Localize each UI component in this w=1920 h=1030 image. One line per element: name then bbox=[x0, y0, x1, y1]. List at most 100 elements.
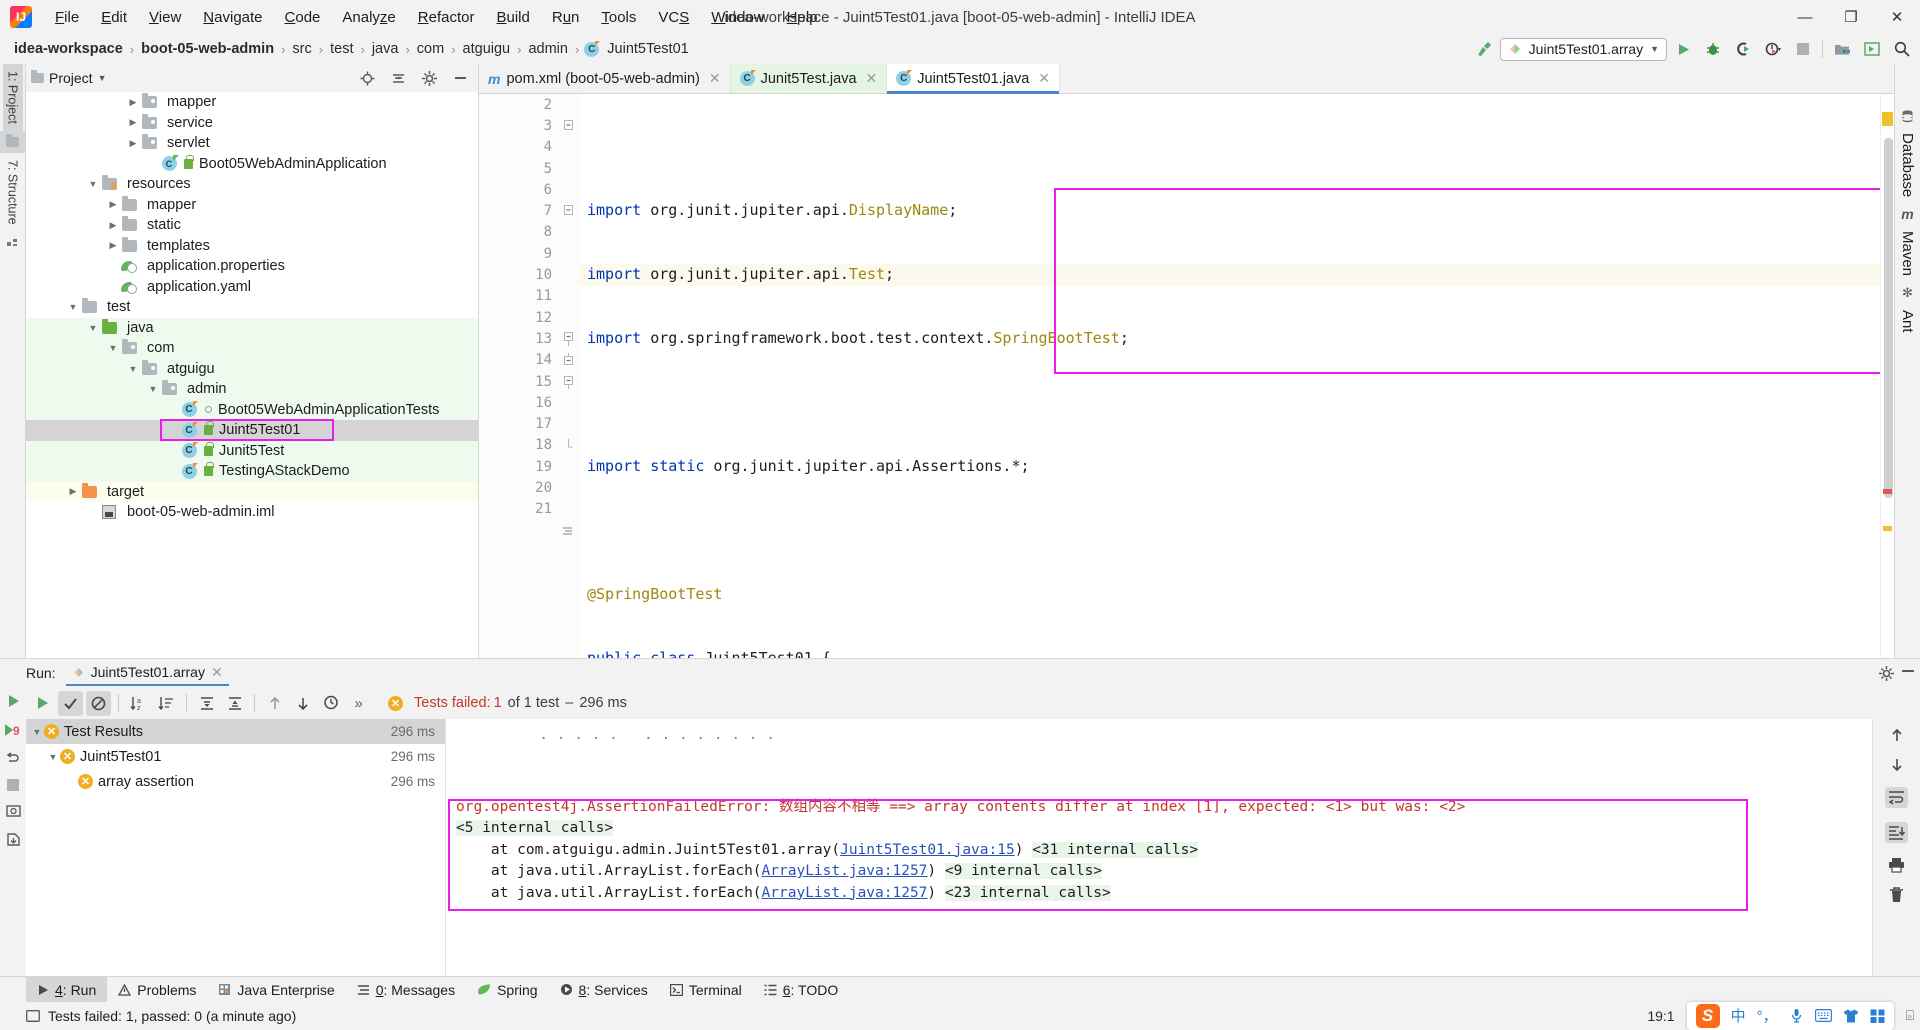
breadcrumb-item-3[interactable]: test bbox=[326, 40, 357, 58]
chevron-right-icon[interactable]: ▶ bbox=[106, 240, 120, 251]
status-message[interactable]: Tests failed: 1, passed: 0 (a minute ago… bbox=[48, 1008, 296, 1024]
menu-refactor[interactable]: Refactor bbox=[407, 6, 486, 29]
tree-item-resources[interactable]: ▼resources bbox=[26, 174, 478, 195]
maximize-button[interactable]: ❐ bbox=[1828, 0, 1874, 34]
breadcrumb-item-5[interactable]: com bbox=[413, 40, 448, 58]
ime-punctuation-toggle[interactable]: °， bbox=[1757, 1005, 1778, 1026]
tree-item-templates[interactable]: ▶templates bbox=[26, 236, 478, 257]
tree-item-servlet[interactable]: ▶servlet bbox=[26, 133, 478, 154]
menu-view[interactable]: View bbox=[138, 6, 192, 29]
internal-calls-text[interactable]: <9 internal calls> bbox=[945, 863, 1102, 879]
chevron-down-icon[interactable]: ▼ bbox=[86, 323, 100, 333]
tree-item-test[interactable]: ▼test bbox=[26, 297, 478, 318]
ime-handle-icon[interactable]: ⌻ bbox=[1906, 1007, 1914, 1024]
tree-item-mapper[interactable]: ▶mapper bbox=[26, 195, 478, 216]
tree-item-juint5test01[interactable]: CJuint5Test01 bbox=[26, 420, 478, 441]
debug-icon[interactable] bbox=[1699, 37, 1727, 61]
chevron-down-icon[interactable]: ▼ bbox=[46, 752, 60, 762]
test-console-output[interactable]: . . . . . . . . . . . . . org.opentest4j… bbox=[446, 719, 1872, 976]
menu-run[interactable]: Run bbox=[541, 6, 591, 29]
fold-marker[interactable] bbox=[557, 371, 579, 392]
close-icon[interactable]: ✕ bbox=[709, 70, 721, 87]
tree-item-junit5test[interactable]: CJunit5Test bbox=[26, 441, 478, 462]
rerun-tests-icon[interactable] bbox=[30, 691, 55, 716]
tree-item-application-yaml[interactable]: application.yaml bbox=[26, 277, 478, 298]
ime-language-toggle[interactable]: 中 bbox=[1731, 1005, 1746, 1026]
menu-file[interactable]: File bbox=[44, 6, 90, 29]
sidebar-item-database[interactable]: Database bbox=[1896, 126, 1919, 204]
sidebar-item-ant[interactable]: Ant bbox=[1896, 303, 1919, 340]
chevron-down-icon[interactable]: ▼ bbox=[126, 364, 140, 374]
tree-item-static[interactable]: ▶static bbox=[26, 215, 478, 236]
gear-icon[interactable] bbox=[415, 66, 443, 90]
print-icon[interactable] bbox=[1888, 857, 1905, 873]
expand-all-icon[interactable] bbox=[194, 691, 219, 716]
chevron-down-icon[interactable]: ▼ bbox=[86, 179, 100, 189]
chevron-right-icon[interactable]: ▶ bbox=[106, 220, 120, 231]
scroll-down-icon[interactable] bbox=[1889, 757, 1905, 773]
tree-item-com[interactable]: ▼com bbox=[26, 338, 478, 359]
menu-build[interactable]: Build bbox=[485, 6, 540, 29]
caret-position[interactable]: 19:1 bbox=[1647, 1008, 1674, 1024]
run-coverage-icon[interactable] bbox=[1729, 37, 1757, 61]
test-tree-row-test-results[interactable]: ▼ ✕ Test Results 296 ms bbox=[26, 719, 445, 744]
bottom-tab-java-enterprise[interactable]: Java Enterprise bbox=[207, 977, 345, 1003]
chevron-right-icon[interactable]: ▶ bbox=[126, 117, 140, 128]
show-ignored-icon[interactable] bbox=[86, 691, 111, 716]
minimize-icon[interactable] bbox=[1902, 670, 1914, 672]
chevron-down-icon[interactable]: ▼ bbox=[106, 343, 120, 353]
rerun-failed-icon[interactable]: 9 bbox=[4, 722, 22, 738]
tree-item-boot05webadminapplicationtests[interactable]: CBoot05WebAdminApplicationTests bbox=[26, 400, 478, 421]
tree-item-target[interactable]: ▶target bbox=[26, 482, 478, 503]
chevron-down-icon[interactable]: ▼ bbox=[30, 727, 44, 737]
collapse-all-icon[interactable] bbox=[384, 66, 412, 90]
next-failed-icon[interactable] bbox=[290, 691, 315, 716]
mic-icon[interactable] bbox=[1789, 1008, 1804, 1023]
bottom-tab-services[interactable]: 8: Services bbox=[549, 977, 659, 1003]
tree-item-boot05webadminapplication[interactable]: CBoot05WebAdminApplication bbox=[26, 154, 478, 175]
sogou-logo-icon[interactable]: S bbox=[1696, 1004, 1720, 1028]
bottom-tab-run[interactable]: 4: Run bbox=[26, 977, 107, 1003]
chevron-down-icon[interactable]: ▼ bbox=[98, 73, 107, 83]
hide-panel-icon[interactable] bbox=[446, 66, 474, 90]
fold-marker[interactable] bbox=[557, 200, 579, 221]
breadcrumb-item-8[interactable]: Juint5Test01 bbox=[603, 40, 692, 58]
tree-item-application-properties[interactable]: application.properties bbox=[26, 256, 478, 277]
fold-marker[interactable] bbox=[557, 328, 579, 349]
build-icon[interactable] bbox=[1470, 37, 1498, 61]
run-icon[interactable] bbox=[1669, 37, 1697, 61]
clear-all-icon[interactable] bbox=[1889, 887, 1904, 903]
menu-code[interactable]: Code bbox=[274, 6, 332, 29]
menu-tools[interactable]: Tools bbox=[590, 6, 647, 29]
close-button[interactable]: ✕ bbox=[1874, 0, 1920, 34]
stacktrace-link[interactable]: Juint5Test01.java:15 bbox=[840, 842, 1015, 858]
scroll-to-end-icon[interactable] bbox=[1885, 822, 1908, 843]
error-marker[interactable] bbox=[1883, 489, 1892, 494]
soft-wrap-icon[interactable] bbox=[1885, 787, 1908, 808]
breadcrumb-item-2[interactable]: src bbox=[288, 40, 315, 58]
editor-scrollbar[interactable] bbox=[1884, 138, 1893, 498]
prev-failed-icon[interactable] bbox=[262, 691, 287, 716]
minimize-button[interactable]: — bbox=[1782, 0, 1828, 34]
test-history-icon[interactable] bbox=[318, 691, 343, 716]
bottom-tab-spring[interactable]: Spring bbox=[466, 977, 548, 1003]
fold-marker[interactable] bbox=[557, 350, 579, 371]
internal-calls-text[interactable]: <23 internal calls> bbox=[945, 885, 1111, 901]
tree-item-service[interactable]: ▶service bbox=[26, 113, 478, 134]
tab-junit5test-java[interactable]: C Junit5Test.java ✕ bbox=[731, 64, 888, 93]
keyboard-icon[interactable] bbox=[1815, 1009, 1832, 1022]
chevron-right-icon[interactable]: ▶ bbox=[106, 199, 120, 210]
internal-calls-text[interactable]: <5 internal calls> bbox=[456, 820, 613, 836]
gear-icon[interactable] bbox=[1879, 666, 1894, 681]
chevron-right-icon[interactable]: ▶ bbox=[126, 138, 140, 149]
sort-alphabetically-icon[interactable]: az bbox=[126, 691, 151, 716]
project-structure-icon[interactable] bbox=[1828, 37, 1856, 61]
tree-item-mapper[interactable]: ▶mapper bbox=[26, 92, 478, 113]
more-actions-icon[interactable]: » bbox=[346, 691, 371, 716]
tree-item-admin[interactable]: ▼admin bbox=[26, 379, 478, 400]
toolbox-icon[interactable] bbox=[1870, 1009, 1885, 1023]
breadcrumb-item-4[interactable]: java bbox=[368, 40, 403, 58]
rerun-icon[interactable] bbox=[5, 693, 21, 709]
bottom-tab-messages[interactable]: 0: Messages bbox=[346, 977, 466, 1003]
search-everywhere-icon[interactable] bbox=[1888, 37, 1916, 61]
